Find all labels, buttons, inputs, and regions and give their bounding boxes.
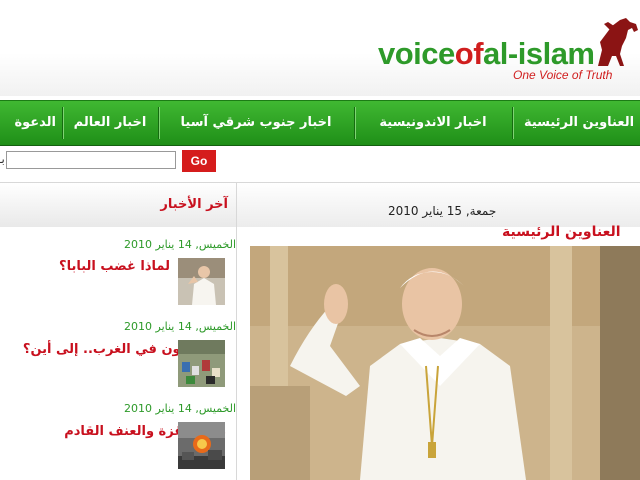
search-go-button[interactable]: Go: [182, 150, 216, 172]
nav-item-headlines[interactable]: العناوين الرئيسية: [518, 101, 640, 145]
nav-item-indonesia-news[interactable]: اخبار الاندونيسية: [354, 101, 512, 145]
site-logo[interactable]: voiceofal-islam: [378, 38, 595, 69]
logo-part-voice: voice: [378, 36, 455, 71]
logo-part-al-islam: al-islam: [483, 36, 595, 71]
nav-item-world-news[interactable]: اخبار العالم: [62, 101, 158, 145]
news-thumbnail[interactable]: [178, 340, 225, 387]
news-item-date: الخميس, 14 يناير 2010: [124, 402, 237, 415]
current-date: جمعة, 15 يناير 2010: [388, 204, 497, 218]
column-divider: [236, 183, 237, 480]
news-item-title[interactable]: لماذا غضب البابا؟: [59, 259, 170, 274]
news-item-date: الخميس, 14 يناير 2010: [124, 238, 237, 251]
horse-logo-icon: [598, 18, 638, 66]
headlines-section-title: العناوين الرئيسية: [502, 224, 621, 240]
news-item-date: الخميس, 14 يناير 2010: [124, 320, 237, 333]
logo-part-of: of: [454, 36, 484, 71]
nav-separator: [158, 107, 160, 139]
nav-separator: [512, 107, 514, 139]
nav-separator: [354, 107, 356, 139]
main-nav-bar: العناوين الرئيسية اخبار الاندونيسية اخبا…: [0, 100, 640, 146]
news-thumbnail[interactable]: [178, 422, 225, 469]
latest-news-title: آخر الأخبار: [160, 197, 228, 212]
search-input[interactable]: [6, 151, 176, 169]
nav-separator: [62, 107, 64, 139]
site-tagline: One Voice of Truth: [513, 68, 613, 82]
headline-photo[interactable]: [250, 246, 640, 480]
nav-item-dawah[interactable]: الدعوة: [0, 101, 58, 145]
search-label: بـ: [0, 152, 5, 166]
news-thumbnail[interactable]: [178, 258, 225, 305]
nav-item-southeast-asia-news[interactable]: اخبار جنوب شرقي آسيا: [158, 101, 354, 145]
